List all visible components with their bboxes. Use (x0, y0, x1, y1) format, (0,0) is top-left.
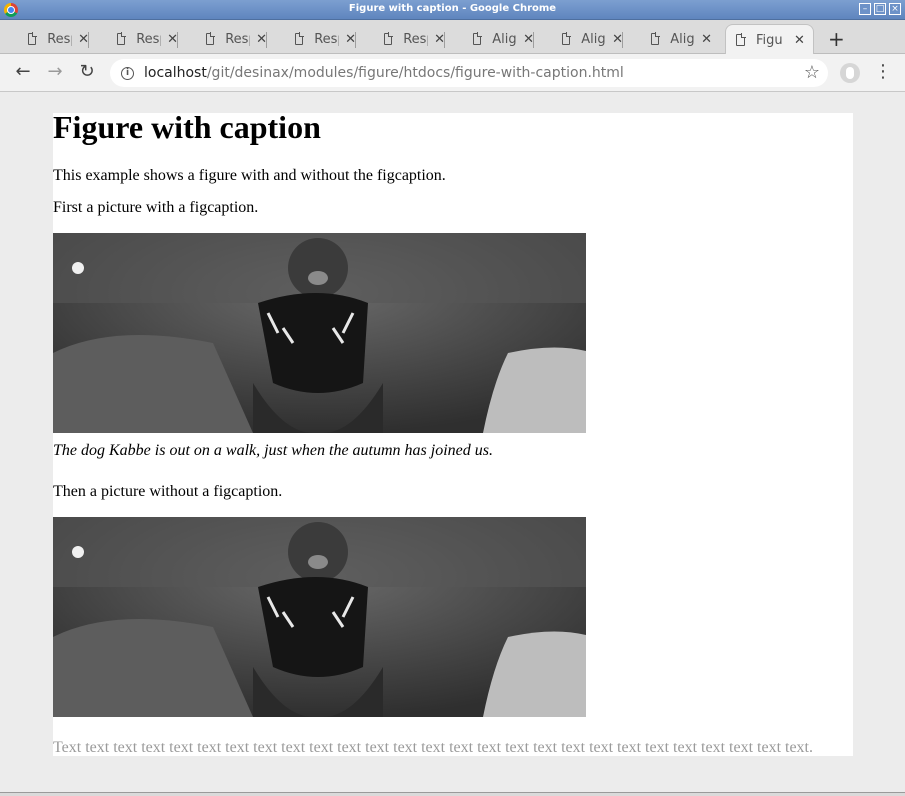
dog-photo-without-caption (53, 517, 586, 717)
document-icon (295, 32, 305, 45)
dog-photo-with-caption (53, 233, 586, 433)
tab-5[interactable]: Resp✕ (356, 24, 445, 54)
tab-label: Figu (756, 32, 783, 48)
profile-icon[interactable] (840, 63, 860, 83)
filler-text: Text text text text text text text text … (53, 739, 813, 756)
tab-active[interactable]: Figu ✕ (725, 24, 814, 55)
tab-label: Resp (136, 31, 161, 47)
document-icon (206, 32, 216, 45)
tab-label: Resp (403, 31, 428, 47)
minimize-button[interactable]: – (859, 3, 871, 15)
browser-toolbar: ← → ↻ i localhost/git/desinax/modules/fi… (0, 54, 905, 92)
document-icon (736, 33, 746, 46)
dog-photo-image (53, 233, 586, 433)
url-path: /git/desinax/modules/figure/htdocs/figur… (206, 65, 624, 81)
tab-3[interactable]: Resp✕ (178, 24, 267, 54)
window-titlebar: Figure with caption - Google Chrome – □ … (0, 0, 905, 20)
document-icon (651, 32, 661, 45)
tab-1[interactable]: Resp✕ (0, 24, 89, 54)
tab-7[interactable]: Alig ✕ (534, 24, 623, 54)
url-text: localhost/git/desinax/modules/figure/htd… (144, 65, 624, 81)
window-title: Figure with caption - Google Chrome (348, 3, 557, 14)
page-title: Figure with caption (53, 109, 321, 145)
document-icon (28, 32, 38, 45)
tab-8[interactable]: Alig ✕ (623, 24, 712, 54)
maximize-button[interactable]: □ (874, 3, 886, 15)
tab-label: Resp (314, 31, 339, 47)
tab-4[interactable]: Resp✕ (267, 24, 356, 54)
page-content: Figure with caption This example shows a… (53, 109, 853, 756)
second-picture-label: Then a picture without a figcaption. (53, 483, 283, 500)
tab-2[interactable]: Resp✕ (89, 24, 178, 54)
info-icon[interactable]: i (121, 66, 134, 80)
document-icon (473, 32, 483, 45)
url-host: localhost (144, 65, 207, 81)
tab-label: Resp (47, 31, 72, 47)
forward-icon[interactable]: → (44, 62, 66, 82)
address-bar[interactable]: i localhost/git/desinax/modules/figure/h… (110, 59, 828, 87)
new-tab-button[interactable]: + (828, 27, 845, 51)
tab-strip: Resp✕ Resp✕ Resp✕ Resp✕ Resp✕ Alig✕ Alig… (0, 20, 905, 55)
tab-close-icon[interactable]: ✕ (701, 32, 712, 47)
document-icon (117, 32, 127, 45)
close-window-button[interactable]: × (889, 3, 901, 15)
tab-label: Alig (492, 31, 517, 47)
document-icon (562, 32, 572, 45)
window-controls: – □ × (859, 3, 901, 15)
document-icon (384, 32, 394, 45)
back-icon[interactable]: ← (12, 62, 34, 82)
kebab-menu-icon[interactable]: ⋮ (873, 63, 893, 81)
figure-caption: The dog Kabbe is out on a walk, just whe… (53, 442, 493, 459)
page-viewport: Figure with caption This example shows a… (1, 92, 904, 792)
window-bottom-edge (0, 792, 905, 796)
reload-icon[interactable]: ↻ (76, 62, 98, 82)
tab-close-icon[interactable]: ✕ (794, 33, 805, 48)
tab-label: Alig (670, 31, 695, 47)
star-icon[interactable]: ☆ (804, 62, 820, 83)
tab-6[interactable]: Alig ✕ (445, 24, 534, 54)
intro-text: This example shows a figure with and wit… (53, 167, 446, 184)
tab-label: Resp (225, 31, 250, 47)
dog-photo-image (53, 517, 586, 717)
first-picture-label: First a picture with a figcaption. (53, 199, 259, 216)
tab-label: Alig (581, 31, 606, 47)
